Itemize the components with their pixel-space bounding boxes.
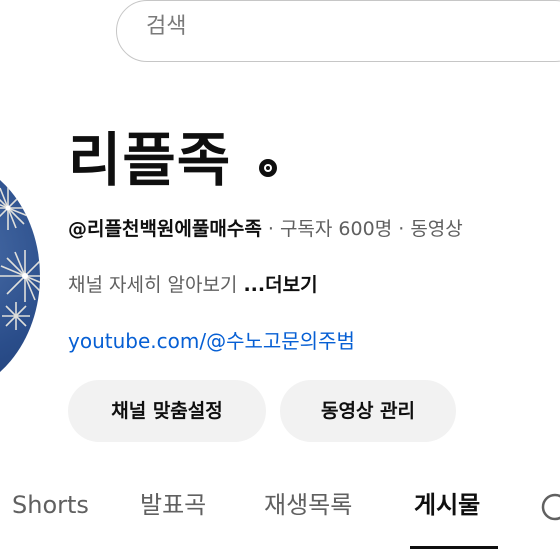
more-link[interactable]: ...더보기 <box>243 274 317 296</box>
channel-page: 검색 리플족 @리플천백원에풀매수족 · 구독자 600명 · 동영상 채널 자… <box>0 0 560 560</box>
verified-badge-icon <box>259 159 277 177</box>
avatar-firework-art <box>0 186 40 330</box>
tab-shorts[interactable]: Shorts <box>12 486 89 524</box>
description-text: 채널 자세히 알아보기 <box>68 274 238 296</box>
video-count: 동영상 <box>410 218 463 240</box>
channel-external-link[interactable]: youtube.com/@수노고문의주범 <box>68 326 355 356</box>
tab-released[interactable]: 발표곡 <box>140 486 206 524</box>
active-tab-indicator <box>410 546 498 549</box>
meta-separator: · <box>267 218 274 240</box>
channel-description[interactable]: 채널 자세히 알아보기 ...더보기 <box>68 270 318 300</box>
tab-playlists[interactable]: 재생목록 <box>264 486 352 524</box>
search-input-placeholder[interactable]: 검색 <box>146 12 186 42</box>
channel-title: 리플족 <box>68 126 232 194</box>
tab-posts[interactable]: 게시물 <box>414 486 480 524</box>
channel-tabs: Shorts 발표곡 재생목록 게시물 <box>0 474 560 560</box>
channel-meta-row: @리플천백원에풀매수족 · 구독자 600명 · 동영상 <box>68 214 463 244</box>
channel-avatar[interactable] <box>0 156 40 396</box>
customize-channel-button[interactable]: 채널 맞춤설정 <box>68 380 266 442</box>
channel-handle: @리플천백원에풀매수족 <box>68 218 262 240</box>
manage-videos-button[interactable]: 동영상 관리 <box>280 380 456 442</box>
meta-separator-2: · <box>398 218 405 240</box>
partial-next-tab-icon[interactable] <box>540 492 560 522</box>
subscriber-count: 구독자 600명 <box>279 218 393 240</box>
